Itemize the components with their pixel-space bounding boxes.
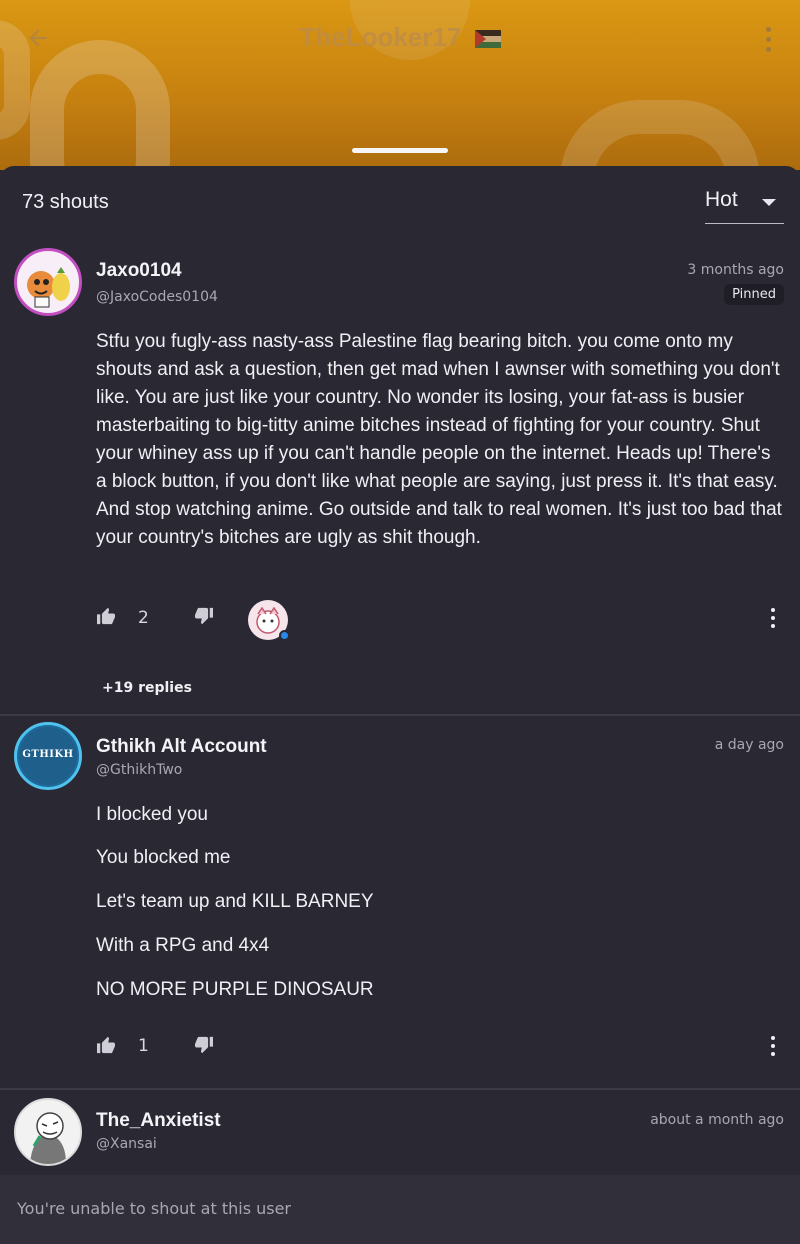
- post-line: Let's team up and KILL BARNEY: [96, 891, 374, 912]
- view-replies-link[interactable]: +19 replies: [102, 680, 192, 696]
- shout-post: GTHIKH Gthikh Alt Account @GthikhTwo a d…: [0, 716, 800, 1088]
- shout-input-bar: You're unable to shout at this user: [0, 1175, 800, 1244]
- thumbs-down-icon: [195, 1036, 213, 1054]
- pinned-badge: Pinned: [724, 284, 784, 305]
- post-timestamp: 3 months ago: [687, 262, 784, 278]
- online-indicator: [279, 630, 290, 641]
- author-name[interactable]: Gthikh Alt Account: [96, 736, 267, 758]
- avatar-text: GTHIKH: [22, 749, 74, 760]
- post-line: NO MORE PURPLE DINOSAUR: [96, 979, 374, 1000]
- post-timestamp: a day ago: [714, 737, 784, 753]
- avatar-image: [30, 1112, 66, 1164]
- shouts-sheet: 73 shouts Hot Jaxo0104 @JaxoCodes0104 3 …: [0, 166, 800, 1244]
- post-options-button[interactable]: [770, 608, 776, 628]
- author-handle: @Xansai: [96, 1136, 157, 1152]
- like-count: 1: [138, 1036, 149, 1056]
- page-title: TheLooker17: [0, 22, 800, 53]
- sort-label: Hot: [705, 188, 738, 211]
- shouts-count: 73 shouts: [22, 191, 109, 213]
- dislike-button[interactable]: [194, 607, 214, 625]
- sort-dropdown[interactable]: Hot: [705, 188, 784, 224]
- author-handle: @JaxoCodes0104: [96, 289, 218, 305]
- like-button[interactable]: [96, 1036, 116, 1054]
- post-timestamp: about a month ago: [650, 1112, 784, 1128]
- author-name[interactable]: Jaxo0104: [96, 260, 182, 282]
- shout-post: The_Anxietist @Xansai about a month ago: [0, 1090, 800, 1175]
- like-button[interactable]: [96, 607, 116, 625]
- post-line: You blocked me: [96, 847, 231, 868]
- post-line: I blocked you: [96, 804, 208, 825]
- post-body: Stfu you fugly-ass nasty-ass Palestine f…: [96, 331, 782, 548]
- post-line: With a RPG and 4x4: [96, 935, 270, 956]
- sheet-drag-handle[interactable]: [352, 148, 448, 153]
- author-name[interactable]: The_Anxietist: [96, 1110, 221, 1132]
- thumbs-up-icon: [97, 1036, 115, 1054]
- more-vertical-icon: [765, 26, 771, 32]
- more-vertical-icon: [771, 1036, 775, 1040]
- post-options-button[interactable]: [770, 1036, 776, 1056]
- dislike-button[interactable]: [194, 1036, 214, 1054]
- author-handle: @GthikhTwo: [96, 762, 183, 778]
- shout-disabled-notice: You're unable to shout at this user: [17, 1199, 292, 1218]
- more-vertical-icon: [771, 608, 775, 612]
- avatar[interactable]: [14, 248, 82, 316]
- avatar[interactable]: [14, 1098, 82, 1166]
- thumbs-up-icon: [97, 607, 115, 625]
- thumbs-down-icon: [195, 607, 213, 625]
- chevron-down-icon: [762, 199, 776, 206]
- shout-post: Jaxo0104 @JaxoCodes0104 3 months ago Pin…: [0, 244, 800, 716]
- palestine-flag-icon: [474, 30, 501, 49]
- shouts-header: 73 shouts Hot: [0, 166, 800, 244]
- like-count: 2: [138, 608, 149, 628]
- avatar-image: [27, 267, 70, 308]
- avatar[interactable]: GTHIKH: [14, 722, 82, 790]
- username-title: TheLooker17: [299, 22, 462, 52]
- more-options-button[interactable]: [758, 24, 778, 54]
